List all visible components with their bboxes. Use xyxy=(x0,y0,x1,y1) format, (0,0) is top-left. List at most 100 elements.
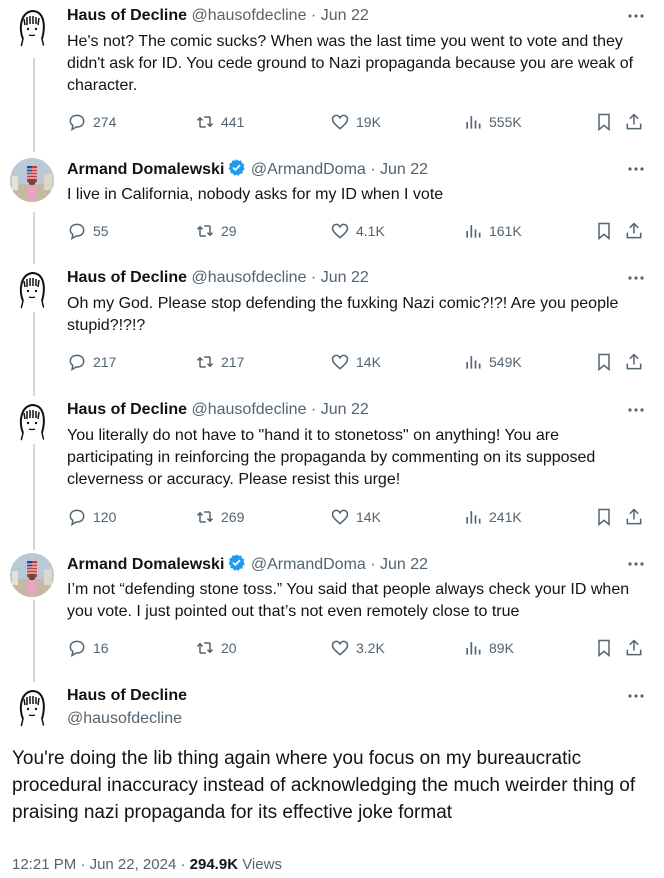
verified-badge-icon[interactable] xyxy=(227,553,246,572)
reply-button[interactable]: 55 xyxy=(67,220,109,242)
tweet-header: Haus of Decline @hausofdecline · Jun 22 xyxy=(67,267,369,289)
share-icon xyxy=(626,639,642,656)
share-button[interactable] xyxy=(624,351,650,373)
tweet[interactable]: Armand Domalewski @ArmandDoma · Jun 22 I… xyxy=(0,553,664,663)
like-button[interactable]: 14K xyxy=(330,351,381,373)
more-icon[interactable] xyxy=(626,271,646,285)
tweet-date[interactable]: Jun 22 xyxy=(321,7,369,24)
views-button[interactable]: 89K xyxy=(463,637,514,659)
author-name[interactable]: Haus of Decline xyxy=(67,401,187,418)
tweet-date[interactable]: Jun 22 xyxy=(380,161,428,178)
separator-dot: · xyxy=(310,401,317,418)
separator-dot: · xyxy=(370,556,376,573)
bookmark-button[interactable] xyxy=(594,111,620,133)
views-button[interactable]: 555K xyxy=(463,111,522,133)
author-handle[interactable]: @hausofdecline xyxy=(191,401,306,418)
bookmark-button[interactable] xyxy=(594,351,620,373)
repost-button[interactable]: 269 xyxy=(195,506,244,528)
views-button[interactable]: 549K xyxy=(463,351,522,373)
tweet-date[interactable]: Jun 22 xyxy=(321,401,369,418)
like-button[interactable]: 3.2K xyxy=(330,637,385,659)
heart-icon xyxy=(331,114,349,130)
author-name[interactable]: Armand Domalewski xyxy=(67,161,224,178)
avatar-haus[interactable] xyxy=(10,399,54,443)
views-chart-icon xyxy=(466,116,481,129)
share-button[interactable] xyxy=(624,637,650,659)
repost-button[interactable]: 217 xyxy=(195,351,244,373)
reply-button[interactable]: 274 xyxy=(67,111,116,133)
more-icon[interactable] xyxy=(626,162,646,176)
reply-icon xyxy=(69,223,85,241)
like-count: 14K xyxy=(356,354,381,370)
tweet[interactable]: Haus of Decline @hausofdecline · Jun 22 … xyxy=(0,267,664,377)
tweet-text: I’m not “defending stone toss.” You said… xyxy=(67,581,630,620)
views-count: 241K xyxy=(489,509,522,525)
bookmark-button[interactable] xyxy=(594,506,620,528)
share-button[interactable] xyxy=(624,220,650,242)
separator-dot: · xyxy=(310,269,317,286)
reply-button[interactable]: 217 xyxy=(67,351,116,373)
bookmark-icon xyxy=(598,639,610,658)
repost-icon xyxy=(196,116,214,128)
author-handle[interactable]: @hausofdecline xyxy=(67,708,182,730)
repost-button[interactable]: 20 xyxy=(195,637,237,659)
more-icon[interactable] xyxy=(626,689,646,703)
tweet[interactable]: Armand Domalewski @ArmandDoma · Jun 22 I… xyxy=(0,158,664,248)
tweet-full-date[interactable]: Jun 22, 2024 xyxy=(90,856,177,873)
author-name[interactable]: Haus of Decline xyxy=(67,7,187,24)
like-button[interactable]: 19K xyxy=(330,111,381,133)
tweet-actions: 120 269 14K 241K xyxy=(67,506,648,528)
tweet-time[interactable]: 12:21 PM xyxy=(12,856,76,873)
repost-button[interactable]: 441 xyxy=(195,111,244,133)
reply-count: 120 xyxy=(93,509,117,525)
tweet-date[interactable]: Jun 22 xyxy=(380,556,428,573)
author-handle[interactable]: @ArmandDoma xyxy=(251,161,366,178)
verified-badge-icon[interactable] xyxy=(227,158,246,177)
tweet-actions: 274 441 19K 555K xyxy=(67,111,648,133)
like-count: 4.1K xyxy=(356,223,385,239)
avatar-haus[interactable] xyxy=(10,267,54,311)
more-icon[interactable] xyxy=(626,403,646,417)
share-button[interactable] xyxy=(624,111,650,133)
author-handle[interactable]: @ArmandDoma xyxy=(251,556,366,573)
reply-button[interactable]: 16 xyxy=(67,637,109,659)
tweet-text: He's not? The comic sucks? When was the … xyxy=(67,33,634,94)
tweet[interactable]: Haus of Decline @hausofdecline · Jun 22 … xyxy=(0,5,664,135)
avatar-haus[interactable] xyxy=(10,5,54,49)
more-icon[interactable] xyxy=(626,557,646,571)
author-name[interactable]: Haus of Decline xyxy=(67,685,187,707)
views-count: 294.9K xyxy=(189,856,239,873)
bookmark-button[interactable] xyxy=(594,220,620,242)
like-count: 3.2K xyxy=(356,640,385,656)
heart-icon xyxy=(331,509,349,525)
repost-count: 441 xyxy=(221,114,245,130)
reply-button[interactable]: 120 xyxy=(67,506,116,528)
author-name[interactable]: Armand Domalewski xyxy=(67,556,224,573)
views-button[interactable]: 161K xyxy=(463,220,522,242)
reply-count: 55 xyxy=(93,223,109,239)
tweet[interactable]: Haus of Decline @hausofdecline · Jun 22 … xyxy=(0,399,664,533)
repost-icon xyxy=(196,511,214,523)
bookmark-button[interactable] xyxy=(594,637,620,659)
views-count: 549K xyxy=(489,354,522,370)
author-name[interactable]: Haus of Decline xyxy=(67,269,187,286)
more-icon[interactable] xyxy=(626,9,646,23)
tweet-date[interactable]: Jun 22 xyxy=(321,269,369,286)
author-handle[interactable]: @hausofdecline xyxy=(191,7,306,24)
avatar-armand[interactable] xyxy=(10,158,54,202)
like-count: 19K xyxy=(356,114,381,130)
like-button[interactable]: 14K xyxy=(330,506,381,528)
reply-icon xyxy=(69,640,85,658)
share-button[interactable] xyxy=(624,506,650,528)
views-button[interactable]: 241K xyxy=(463,506,522,528)
reply-icon xyxy=(69,114,85,132)
separator-dot: · xyxy=(370,161,376,178)
like-button[interactable]: 4.1K xyxy=(330,220,385,242)
share-icon xyxy=(626,113,642,130)
views-label: Views xyxy=(242,856,282,873)
author-handle[interactable]: @hausofdecline xyxy=(191,269,306,286)
repost-button[interactable]: 29 xyxy=(195,220,237,242)
avatar-haus[interactable] xyxy=(10,685,54,729)
repost-count: 217 xyxy=(221,354,245,370)
avatar-armand[interactable] xyxy=(10,553,54,597)
